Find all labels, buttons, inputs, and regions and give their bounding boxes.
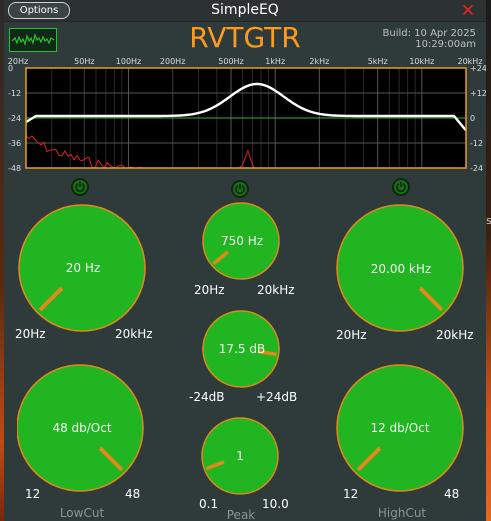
lowcut-frequency-value: 20 Hz: [65, 261, 101, 275]
response-curve-display: 0 -12 -24 -36 -48 +24 +12 0 -12 -24: [4, 65, 486, 173]
lowcut-slope-min-label: 12: [25, 487, 41, 501]
peak-frequency-value: 750 Hz: [220, 234, 264, 248]
peak-section-label: Peak: [226, 508, 256, 521]
db-label-left: 0: [8, 65, 13, 73]
lowcut-slope-value: 48 db/Oct: [52, 421, 112, 435]
highcut-frequency-value: 20.00 kHz: [370, 262, 432, 276]
header: RVTGTR Build: 10 Apr 2025 10:29:00am: [4, 22, 486, 56]
highcut-slope-value: 12 db/Oct: [370, 421, 430, 435]
db-label-left: -24: [8, 114, 21, 123]
db-label-right: -12: [470, 139, 483, 148]
peak-bypass-button[interactable]: [231, 180, 249, 198]
response-curve-svg: 0 -12 -24 -36 -48 +24 +12 0 -12 -24: [8, 65, 486, 173]
db-label-right: +12: [470, 89, 486, 98]
desktop-background-right: [486, 0, 491, 521]
peak-quality-min-label: 0.1: [199, 497, 219, 511]
highcut-bypass-button[interactable]: [392, 178, 410, 196]
highcut-slope-max-label: 48: [444, 487, 460, 501]
highcut-section-label: HighCut: [377, 506, 427, 520]
peak-gain-max-label: +24dB: [256, 390, 298, 404]
lowcut-bypass-button[interactable]: [71, 178, 89, 196]
db-label-right: 0: [470, 114, 475, 123]
title-bar: Options SimpleEQ ✕: [4, 0, 486, 22]
power-icon: [396, 182, 406, 192]
peak-quality-value: 1: [236, 449, 244, 463]
highcut-frequency-knob[interactable]: 20.00 kHz: [336, 204, 466, 334]
peak-quality-knob[interactable]: 1: [200, 417, 280, 497]
lowcut-frequency-min-label: 20Hz: [15, 327, 46, 341]
power-icon: [75, 182, 85, 192]
highcut-slope-min-label: 12: [343, 487, 359, 501]
db-label-right: +24: [470, 65, 486, 73]
build-time: 10:29:00am: [415, 39, 476, 50]
plugin-window: Options SimpleEQ ✕ RVTGTR Build: 10 Apr …: [4, 0, 486, 521]
lowcut-slope-knob[interactable]: 48 db/Oct: [17, 363, 147, 493]
db-label-right: -24: [470, 164, 483, 173]
peak-frequency-min-label: 20Hz: [194, 283, 225, 297]
lowcut-section-label: LowCut: [59, 506, 105, 520]
close-icon[interactable]: ✕: [458, 1, 478, 21]
highcut-frequency-min-label: 20Hz: [336, 328, 367, 342]
power-icon: [235, 184, 245, 194]
peak-frequency-knob[interactable]: 750 Hz: [202, 202, 282, 282]
db-label-left: -36: [8, 139, 21, 148]
window-title: SimpleEQ: [211, 2, 279, 18]
lowcut-frequency-max-label: 20kHz: [115, 327, 153, 341]
highcut-frequency-max-label: 20kHz: [436, 328, 474, 342]
db-label-left: -48: [8, 164, 21, 173]
desktop-text-fragment: s: [486, 214, 491, 227]
build-date: Build: 10 Apr 2025: [382, 28, 476, 39]
peak-gain-value: 17.5 dB: [218, 342, 266, 356]
lowcut-slope-max-label: 48: [125, 487, 141, 501]
peak-gain-min-label: -24dB: [189, 390, 225, 404]
peak-frequency-max-label: 20kHz: [257, 283, 295, 297]
peak-gain-knob[interactable]: 17.5 dB: [202, 310, 282, 390]
build-info: Build: 10 Apr 2025 10:29:00am: [383, 28, 476, 50]
peak-quality-max-label: 10.0: [262, 497, 289, 511]
db-label-left: -12: [8, 89, 21, 98]
lowcut-frequency-knob[interactable]: 20 Hz: [18, 203, 148, 333]
highcut-slope-knob[interactable]: 12 db/Oct: [335, 363, 465, 493]
